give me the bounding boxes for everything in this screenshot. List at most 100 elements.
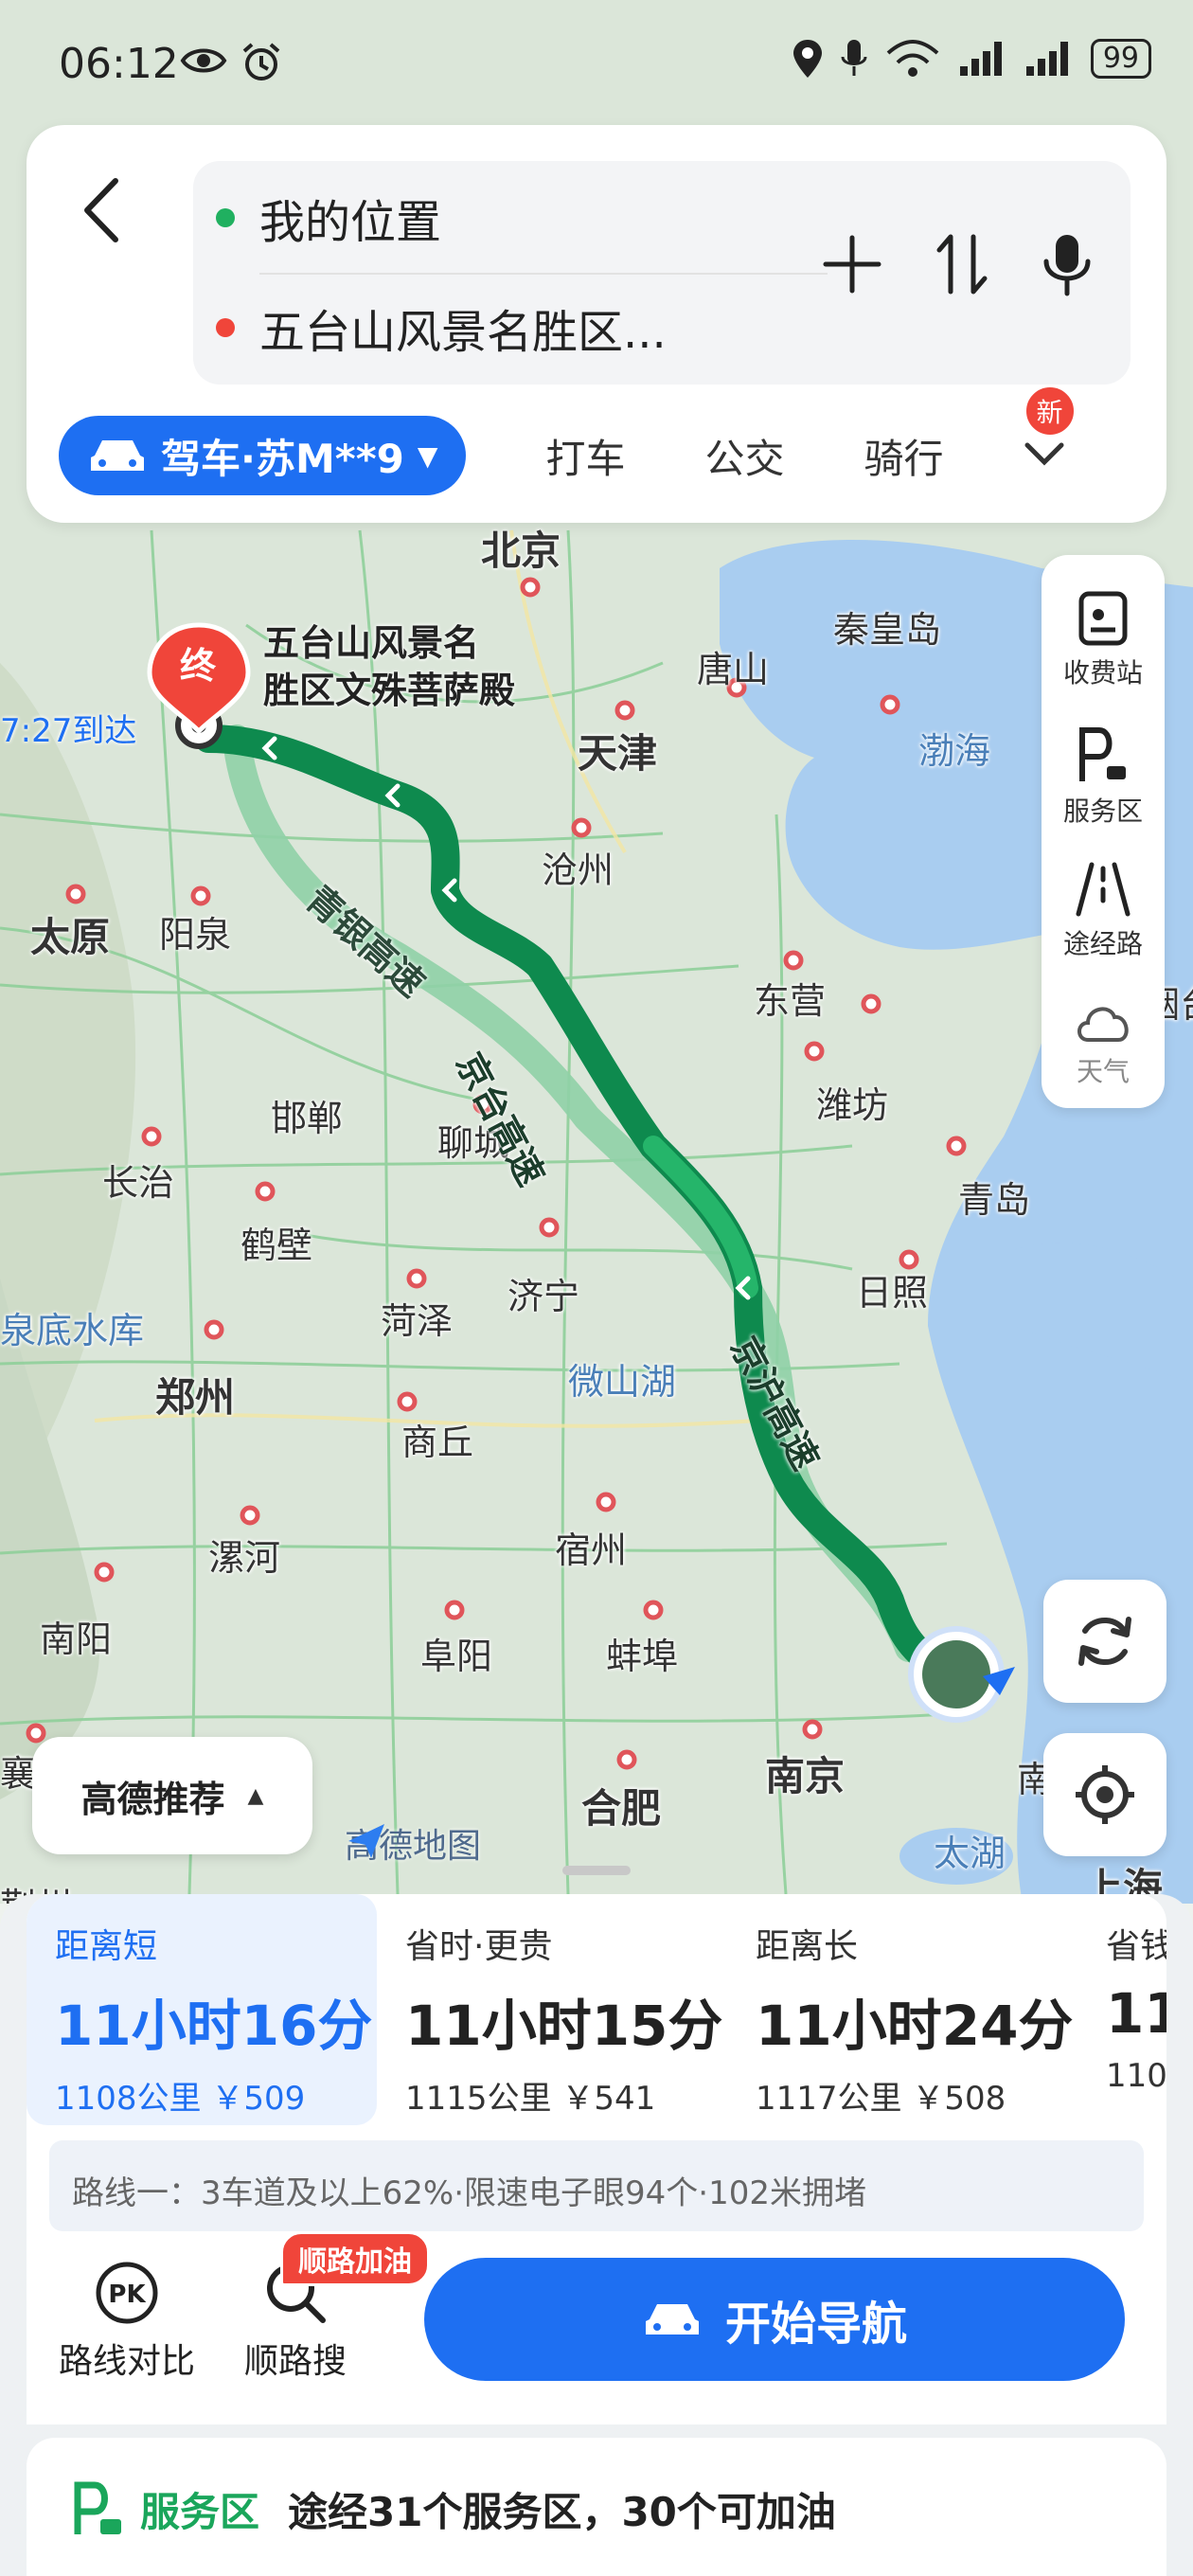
city-label: 青岛 bbox=[958, 1179, 1031, 1221]
service-area-icon bbox=[1079, 727, 1126, 781]
city-label: 唐山 bbox=[697, 649, 770, 690]
service-area-label: 服务区 bbox=[1062, 796, 1143, 827]
service-area-title: 服务区 bbox=[140, 2488, 260, 2535]
route-option-tag: 省时·更贵 bbox=[405, 1927, 553, 1966]
amap-logo-icon bbox=[348, 1824, 384, 1858]
waypoint-road-button[interactable]: 途经路 bbox=[1042, 845, 1165, 977]
route-option-tag: 距离长 bbox=[756, 1927, 859, 1966]
city-label: 商丘 bbox=[401, 1422, 474, 1463]
map-tools-panel: 收费站 服务区 途经路 天气 bbox=[1042, 555, 1165, 1108]
end-marker-badge: 终 bbox=[180, 645, 217, 687]
recommend-label: 高德推荐 bbox=[80, 1778, 225, 1820]
tab-bike[interactable]: 骑行 bbox=[864, 427, 943, 485]
new-badge: 新 bbox=[1023, 385, 1077, 438]
refresh-icon bbox=[1078, 1617, 1131, 1666]
swap-route-button[interactable] bbox=[934, 231, 990, 297]
service-area-summary[interactable]: 服务区 途经31个服务区，30个可加油 bbox=[27, 2438, 1166, 2576]
voice-input-button[interactable] bbox=[1042, 231, 1093, 297]
start-navigation-label: 开始导航 bbox=[724, 2298, 907, 2351]
pk-icon: PK bbox=[96, 2262, 158, 2324]
arrival-time-label: 7:27到达 bbox=[0, 712, 137, 750]
along-route-search-label: 顺路搜 bbox=[244, 2342, 347, 2381]
weather-button[interactable]: 天气 bbox=[1042, 977, 1165, 1110]
route-info-line: 路线一：3车道及以上62%·限速电子眼94个·102米拥堵 bbox=[49, 2140, 1144, 2231]
city-label: 合肥 bbox=[581, 1785, 662, 1832]
start-navigation-button[interactable]: 开始导航 bbox=[424, 2258, 1125, 2381]
destination-label-line2: 胜区文殊菩萨殿 bbox=[263, 670, 516, 711]
route-planner-card: 我的位置 五台山风景名胜区... 驾车·苏M**9 ▼ 打车 公交 骑行 新 bbox=[27, 125, 1166, 523]
city-label: 菏泽 bbox=[381, 1300, 454, 1342]
water-label: 渤海 bbox=[918, 730, 991, 772]
signal-icon bbox=[959, 42, 1002, 76]
city-label: 东营 bbox=[754, 980, 827, 1022]
city-label: 秦皇岛 bbox=[833, 609, 942, 651]
toll-station-button[interactable]: 收费站 bbox=[1042, 574, 1165, 707]
water-label: 微山湖 bbox=[568, 1361, 677, 1403]
locate-me-button[interactable] bbox=[1043, 1733, 1166, 1856]
car-icon bbox=[91, 440, 144, 471]
city-label: 潍坊 bbox=[816, 1084, 889, 1126]
waypoint-road-label: 途经路 bbox=[1062, 928, 1143, 959]
city-label: 阜阳 bbox=[420, 1636, 493, 1677]
signal-icon bbox=[1025, 42, 1068, 76]
city-label: 宿州 bbox=[555, 1530, 628, 1571]
svg-text:PK: PK bbox=[108, 2281, 146, 2309]
recommend-selector[interactable]: 高德推荐 ▲ bbox=[32, 1737, 312, 1854]
refresh-route-button[interactable] bbox=[1043, 1580, 1166, 1703]
service-area-icon bbox=[74, 2481, 121, 2534]
mic-status-icon bbox=[841, 40, 867, 76]
road-icon bbox=[1076, 862, 1131, 917]
route-option-time: 11 bbox=[1106, 1981, 1166, 2046]
service-area-button[interactable]: 服务区 bbox=[1042, 710, 1165, 843]
route-option-3[interactable]: 距离长 11小时24分 1117公里 ￥508 bbox=[727, 1894, 1077, 2125]
more-modes-button[interactable]: 新 bbox=[1023, 385, 1077, 472]
city-label: 南京 bbox=[765, 1753, 846, 1799]
city-label: 郑州 bbox=[155, 1374, 236, 1421]
locate-icon bbox=[1076, 1765, 1134, 1824]
water-label: 太湖 bbox=[934, 1833, 1006, 1874]
route-option-4[interactable]: 省钱 11 110 bbox=[1077, 1894, 1166, 2125]
back-arrow-icon bbox=[84, 178, 118, 242]
map-watermark: 高德地图 bbox=[345, 1818, 481, 1868]
city-label: 阳泉 bbox=[159, 914, 232, 956]
city-label: 漯河 bbox=[208, 1537, 281, 1579]
route-option-time: 11小时16分 bbox=[55, 1994, 373, 2058]
city-label: 北京 bbox=[481, 528, 561, 574]
back-button[interactable] bbox=[64, 163, 140, 258]
city-label: 日照 bbox=[856, 1272, 929, 1314]
city-label: 沧州 bbox=[542, 850, 614, 891]
tab-taxi[interactable]: 打车 bbox=[545, 427, 625, 485]
origin-dot-icon bbox=[216, 208, 235, 227]
route-option-meta: 1108公里 ￥509 bbox=[55, 2080, 306, 2118]
drag-handle[interactable] bbox=[562, 1866, 631, 1875]
route-option-2[interactable]: 省时·更贵 11小时15分 1115公里 ￥541 bbox=[377, 1894, 727, 2125]
origin-text: 我的位置 bbox=[259, 196, 442, 249]
route-option-tag: 省钱 bbox=[1106, 1927, 1166, 1966]
chevron-down-icon bbox=[1024, 442, 1063, 466]
route-compare-button[interactable]: PK 路线对比 bbox=[59, 2260, 195, 2383]
city-label: 邯郸 bbox=[271, 1098, 344, 1139]
caret-up-icon: ▲ bbox=[247, 1783, 264, 1808]
route-option-meta: 1117公里 ￥508 bbox=[756, 2080, 1006, 2118]
origin-field[interactable]: 我的位置 bbox=[216, 180, 441, 256]
route-compare-label: 路线对比 bbox=[59, 2342, 196, 2381]
tab-bus[interactable]: 公交 bbox=[704, 427, 784, 485]
action-bar: PK 路线对比 顺路搜 顺路加油 开始导航 bbox=[27, 2231, 1166, 2413]
destination-map-label[interactable]: 五台山风景名 胜区文殊菩萨殿 bbox=[263, 619, 515, 714]
tab-drive[interactable]: 驾车·苏M**9 ▼ bbox=[59, 416, 467, 495]
route-option-tag: 距离短 bbox=[55, 1927, 158, 1966]
city-label: 鹤壁 bbox=[240, 1225, 313, 1266]
route-option-time: 11小时15分 bbox=[405, 1994, 723, 2058]
add-waypoint-button[interactable] bbox=[822, 234, 882, 295]
car-icon bbox=[645, 2304, 699, 2334]
service-area-text: 途经31个服务区，30个可加油 bbox=[288, 2488, 836, 2535]
wifi-icon bbox=[886, 40, 939, 77]
destination-dot-icon bbox=[216, 318, 235, 337]
route-option-meta: 1115公里 ￥541 bbox=[405, 2080, 656, 2118]
status-time: 06:12 bbox=[59, 40, 179, 88]
city-label: 天津 bbox=[578, 730, 658, 777]
destination-field[interactable]: 五台山风景名胜区... bbox=[216, 290, 667, 366]
route-option-1[interactable]: 距离短 11小时16分 1108公里 ￥509 bbox=[27, 1894, 377, 2125]
alarm-icon bbox=[242, 43, 280, 80]
destination-label-line1: 五台山风景名 bbox=[263, 622, 480, 664]
